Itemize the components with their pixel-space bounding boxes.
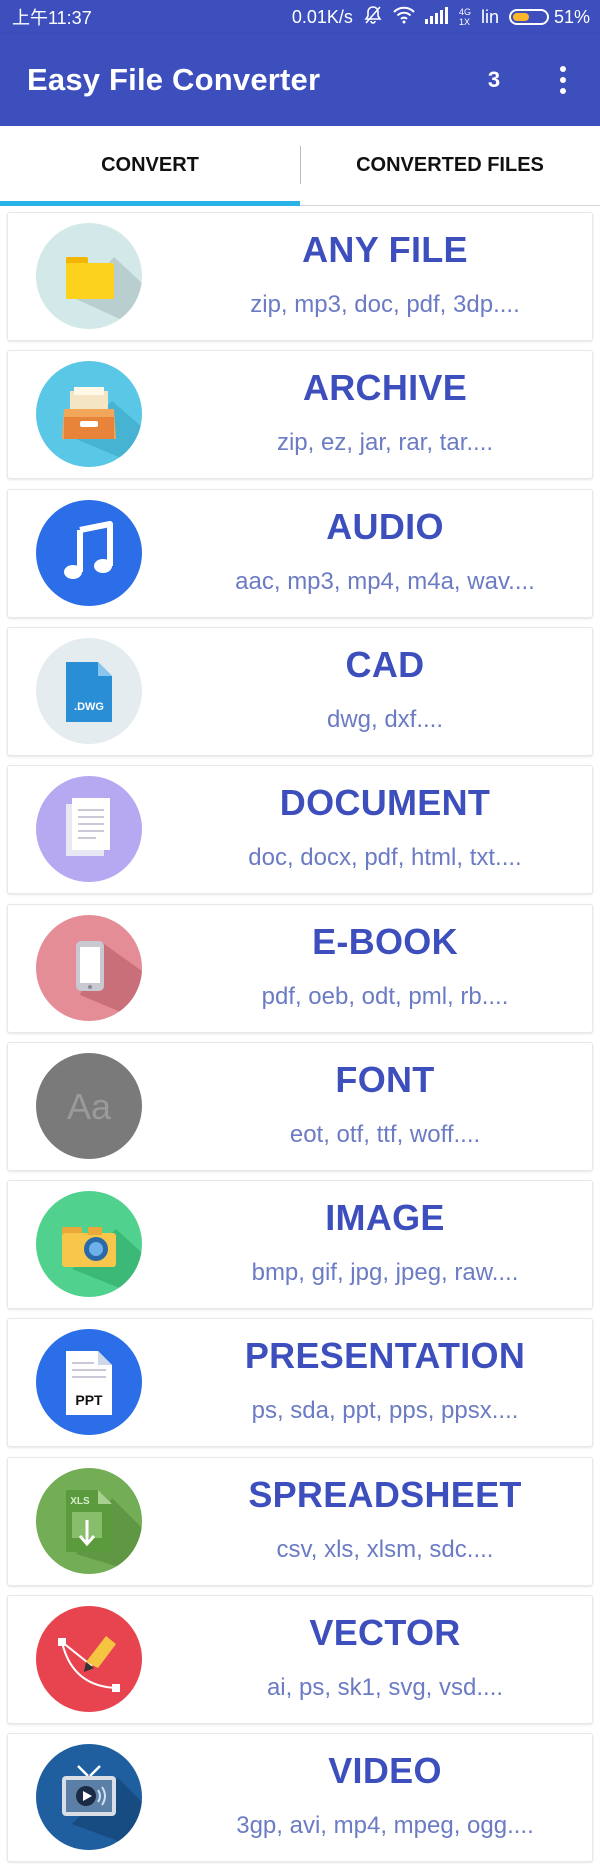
category-text: SPREADSHEET csv, xls, xlsm, sdc.... bbox=[178, 1458, 592, 1587]
battery-indicator: 51% bbox=[508, 6, 590, 28]
category-text: ARCHIVE zip, ez, jar, rar, tar.... bbox=[178, 351, 592, 480]
carrier-label: lin bbox=[480, 6, 499, 27]
signal-icon bbox=[424, 6, 449, 29]
menu-dot bbox=[560, 66, 566, 72]
category-title: DOCUMENT bbox=[279, 782, 491, 824]
svg-text:PPT: PPT bbox=[75, 1392, 103, 1408]
mute-icon bbox=[363, 5, 383, 30]
category-title: CAD bbox=[345, 643, 425, 685]
category-formats: aac, mp3, mp4, m4a, wav.... bbox=[235, 567, 535, 595]
category-formats: zip, ez, jar, rar, tar.... bbox=[276, 429, 494, 457]
xls-file-icon: XLS bbox=[36, 1467, 142, 1574]
category-formats: doc, docx, pdf, html, txt.... bbox=[248, 844, 522, 872]
music-note-icon bbox=[36, 499, 142, 606]
document-icon bbox=[36, 776, 142, 883]
status-icons: 0.01K/s 4G 1X lin 51% bbox=[292, 5, 590, 30]
category-card-document[interactable]: DOCUMENT doc, docx, pdf, html, txt.... bbox=[7, 765, 593, 895]
archive-tray-icon bbox=[36, 361, 142, 468]
status-bar: 上午11:37 0.01K/s 4G 1X lin 51% bbox=[0, 0, 600, 34]
menu-dot bbox=[560, 88, 566, 94]
category-formats: 3gp, avi, mp4, mpeg, ogg.... bbox=[236, 1812, 534, 1840]
category-text: DOCUMENT doc, docx, pdf, html, txt.... bbox=[178, 766, 592, 895]
category-text: AUDIO aac, mp3, mp4, m4a, wav.... bbox=[178, 490, 592, 619]
app-bar: Easy File Converter 3 bbox=[0, 34, 600, 126]
tab-indicator bbox=[0, 201, 300, 206]
status-time: 上午11:37 bbox=[12, 8, 92, 28]
category-title: PRESENTATION bbox=[244, 1335, 526, 1377]
category-title: E-BOOK bbox=[312, 920, 458, 962]
category-card-any-file[interactable]: ANY FILE zip, mp3, doc, pdf, 3dp.... bbox=[7, 212, 593, 341]
category-card-presentation[interactable]: PPT PRESENTATION ps, sda, ppt, pps, ppsx..… bbox=[7, 1318, 593, 1448]
category-text: VECTOR ai, ps, sk1, svg, vsd.... bbox=[178, 1596, 592, 1725]
network-type-top: 4G bbox=[458, 7, 471, 17]
category-formats: eot, otf, ttf, woff.... bbox=[289, 1120, 481, 1148]
network-type: 4G 1X bbox=[459, 7, 471, 27]
converted-count-badge[interactable]: 3 bbox=[474, 67, 514, 93]
tab-divider bbox=[300, 146, 301, 184]
tab-convert[interactable]: CONVERT bbox=[0, 126, 300, 205]
battery-fill bbox=[512, 13, 530, 21]
category-text: VIDEO 3gp, avi, mp4, mpeg, ogg.... bbox=[178, 1734, 592, 1863]
camera-folder-icon bbox=[36, 1191, 142, 1298]
category-title: VECTOR bbox=[309, 1612, 461, 1653]
tab-converted-files[interactable]: CONVERTED FILES bbox=[300, 126, 600, 205]
category-text: ANY FILE zip, mp3, doc, pdf, 3dp.... bbox=[178, 213, 592, 342]
category-card-audio[interactable]: AUDIO aac, mp3, mp4, m4a, wav.... bbox=[7, 488, 593, 619]
svg-text:Aa: Aa bbox=[67, 1086, 112, 1127]
category-title: ARCHIVE bbox=[302, 367, 468, 409]
category-card-e-book[interactable]: E-BOOK pdf, oeb, odt, pml, rb.... bbox=[7, 903, 593, 1034]
battery-percent: 51% bbox=[553, 6, 590, 27]
category-text: PRESENTATION ps, sda, ppt, pps, ppsx.... bbox=[178, 1319, 592, 1448]
category-formats: bmp, gif, jpg, jpeg, raw.... bbox=[251, 1259, 519, 1287]
category-title: SPREADSHEET bbox=[248, 1473, 522, 1515]
category-formats: dwg, dxf.... bbox=[326, 705, 444, 733]
category-title: VIDEO bbox=[328, 1750, 442, 1792]
category-formats: pdf, oeb, odt, pml, rb.... bbox=[261, 982, 509, 1010]
category-card-font[interactable]: Aa FONT eot, otf, ttf, woff.... bbox=[7, 1041, 593, 1172]
network-speed: 0.01K/s bbox=[291, 6, 353, 27]
svg-text:XLS: XLS bbox=[70, 1496, 90, 1507]
category-card-video[interactable]: VIDEO 3gp, avi, mp4, mpeg, ogg.... bbox=[7, 1733, 593, 1863]
menu-dot bbox=[560, 77, 566, 83]
category-formats: zip, mp3, doc, pdf, 3dp.... bbox=[250, 291, 520, 318]
category-card-archive[interactable]: ARCHIVE zip, ez, jar, rar, tar.... bbox=[7, 350, 593, 480]
category-formats: ai, ps, sk1, svg, vsd.... bbox=[266, 1674, 504, 1701]
category-card-cad[interactable]: .DWG CAD dwg, dxf.... bbox=[7, 626, 593, 757]
battery-icon bbox=[508, 9, 549, 25]
ppt-file-icon: PPT bbox=[36, 1329, 142, 1436]
category-card-spreadsheet[interactable]: XLS SPREADSHEET csv, xls, xlsm, sdc.... bbox=[7, 1456, 593, 1587]
category-formats: ps, sda, ppt, pps, ppsx.... bbox=[251, 1397, 519, 1425]
wifi-icon bbox=[393, 6, 415, 29]
category-card-vector[interactable]: VECTOR ai, ps, sk1, svg, vsd.... bbox=[7, 1595, 593, 1724]
network-type-bottom: 1X bbox=[458, 17, 470, 27]
tab-bar: CONVERT CONVERTED FILES bbox=[0, 126, 600, 206]
category-title: AUDIO bbox=[326, 505, 444, 547]
category-text: CAD dwg, dxf.... bbox=[178, 628, 592, 757]
app-title: Easy File Converter bbox=[27, 62, 321, 97]
font-icon: Aa bbox=[36, 1052, 142, 1159]
category-title: FONT bbox=[335, 1058, 435, 1100]
category-text: E-BOOK pdf, oeb, odt, pml, rb.... bbox=[178, 905, 592, 1034]
folder-icon bbox=[36, 223, 142, 329]
category-title: ANY FILE bbox=[302, 229, 468, 270]
tablet-icon bbox=[36, 914, 142, 1021]
category-text: IMAGE bmp, gif, jpg, jpeg, raw.... bbox=[178, 1181, 592, 1310]
more-vert-icon[interactable] bbox=[546, 60, 580, 100]
pen-vector-icon bbox=[36, 1606, 142, 1712]
dwg-file-icon: .DWG bbox=[36, 637, 142, 744]
category-card-image[interactable]: IMAGE bmp, gif, jpg, jpeg, raw.... bbox=[7, 1180, 593, 1310]
category-text: FONT eot, otf, ttf, woff.... bbox=[178, 1043, 592, 1172]
svg-text:.DWG: .DWG bbox=[74, 701, 104, 713]
category-formats: csv, xls, xlsm, sdc.... bbox=[276, 1535, 494, 1563]
category-title: IMAGE bbox=[325, 1197, 445, 1239]
tv-play-icon bbox=[36, 1744, 142, 1851]
